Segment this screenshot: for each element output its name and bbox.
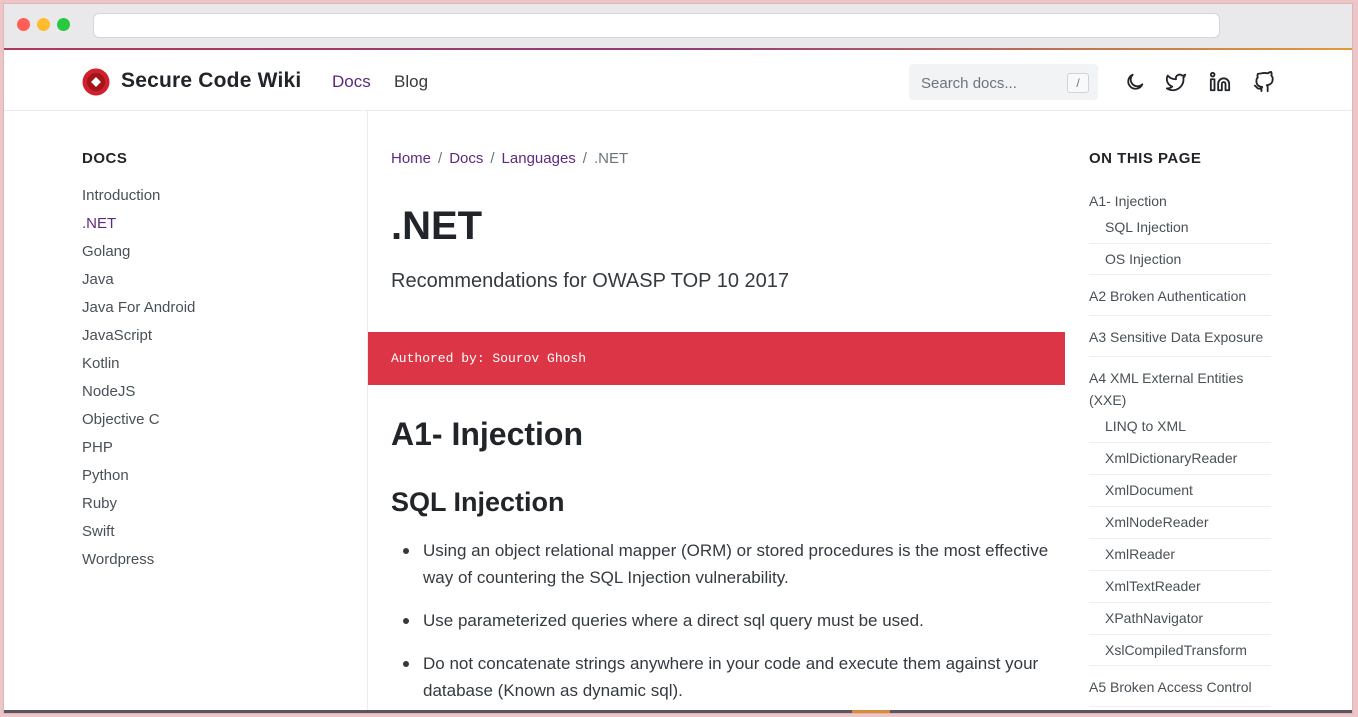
docs-sidebar: DOCS Introduction .NET Golang Java Java … xyxy=(4,110,368,713)
sidebar-item-java-for-android[interactable]: Java For Android xyxy=(82,294,195,322)
list-item: Do not concatenate strings anywhere in y… xyxy=(391,650,1051,704)
linkedin-icon[interactable] xyxy=(1209,71,1231,93)
toc-subitem-xmldictionaryreader[interactable]: XmlDictionaryReader xyxy=(1089,443,1271,475)
sidebar-item-objective-c[interactable]: Objective C xyxy=(82,406,195,434)
sidebar-item-nodejs[interactable]: NodeJS xyxy=(82,378,195,406)
section-heading-a1: A1- Injection xyxy=(391,416,584,452)
sidebar-item-wordpress[interactable]: Wordpress xyxy=(82,546,195,574)
list-item: Using an object relational mapper (ORM) … xyxy=(391,537,1051,591)
sidebar-item-introduction[interactable]: Introduction xyxy=(82,182,195,210)
toc-subitem-xmlnodereader[interactable]: XmlNodeReader xyxy=(1089,507,1271,539)
toc-item-a3[interactable]: A3 Sensitive Data Exposure xyxy=(1089,324,1271,357)
list-item: Use parameterized queries where a direct… xyxy=(391,607,1051,634)
minimize-window-button[interactable] xyxy=(37,18,50,31)
sidebar-item-dotnet[interactable]: .NET xyxy=(82,210,195,238)
sidebar-item-ruby[interactable]: Ruby xyxy=(82,490,195,518)
scroll-indicator xyxy=(852,710,890,713)
author-text: Authored by: Sourov Ghosh xyxy=(391,351,587,366)
moon-icon[interactable] xyxy=(1124,71,1146,93)
toc-subitem-sql-injection[interactable]: SQL Injection xyxy=(1089,212,1271,244)
sidebar-list: Introduction .NET Golang Java Java For A… xyxy=(82,182,195,574)
breadcrumb-languages[interactable]: Languages xyxy=(502,150,576,167)
browser-chrome xyxy=(4,4,1352,49)
main-content: Home / Docs / Languages / .NET .NET Recommenda… xyxy=(368,110,1065,713)
search-shortcut-key: / xyxy=(1067,73,1089,93)
search-input[interactable] xyxy=(919,64,1063,102)
author-banner: Authored by: Sourov Ghosh xyxy=(368,332,1065,385)
sidebar-item-javascript[interactable]: JavaScript xyxy=(82,322,195,350)
nav-docs-link[interactable]: Docs xyxy=(332,72,371,92)
toc-subitem-linq-to-xml[interactable]: LINQ to XML xyxy=(1089,411,1271,443)
search-box: / xyxy=(909,64,1098,102)
breadcrumb-separator: / xyxy=(582,150,587,167)
toc-subitem-xslcompiledtransform[interactable]: XslCompiledTransform xyxy=(1089,635,1271,666)
breadcrumb-separator: / xyxy=(438,150,443,167)
toc-subitem-xpathnavigator[interactable]: XPathNavigator xyxy=(1089,603,1271,635)
sidebar-title: DOCS xyxy=(82,150,128,167)
browser-window: Secure Code Wiki Docs Blog / DOCS Introd… xyxy=(4,4,1352,713)
twitter-icon[interactable] xyxy=(1165,71,1187,93)
breadcrumb-home[interactable]: Home xyxy=(391,150,431,167)
page-title: .NET xyxy=(391,204,483,248)
toc-title: ON THIS PAGE xyxy=(1089,150,1202,167)
breadcrumb: Home / Docs / Languages / .NET xyxy=(391,150,628,167)
table-of-contents: ON THIS PAGE A1- Injection SQL Injection… xyxy=(1089,110,1274,713)
toc-item-a2[interactable]: A2 Broken Authentication xyxy=(1089,283,1271,316)
toc-subitem-xmldocument[interactable]: XmlDocument xyxy=(1089,475,1271,507)
breadcrumb-docs[interactable]: Docs xyxy=(449,150,483,167)
toc-item-a4[interactable]: A4 XML External Entities (XXE) xyxy=(1089,365,1271,411)
toc-item-a1[interactable]: A1- Injection xyxy=(1089,188,1271,212)
sidebar-item-swift[interactable]: Swift xyxy=(82,518,195,546)
toc-list: A1- Injection SQL Injection OS Injection… xyxy=(1089,188,1271,713)
maximize-window-button[interactable] xyxy=(57,18,70,31)
github-icon[interactable] xyxy=(1253,71,1275,93)
brand-name[interactable]: Secure Code Wiki xyxy=(121,69,301,93)
close-window-button[interactable] xyxy=(17,18,30,31)
sidebar-item-kotlin[interactable]: Kotlin xyxy=(82,350,195,378)
toc-subitem-xmlreader[interactable]: XmlReader xyxy=(1089,539,1271,571)
site-navbar: Secure Code Wiki Docs Blog / xyxy=(4,50,1352,111)
breadcrumb-current: .NET xyxy=(593,150,629,167)
toc-subitem-xmltextreader[interactable]: XmlTextReader xyxy=(1089,571,1271,603)
logo-icon[interactable] xyxy=(82,68,110,96)
toc-item-a5[interactable]: A5 Broken Access Control xyxy=(1089,674,1271,707)
sidebar-item-java[interactable]: Java xyxy=(82,266,195,294)
sidebar-item-golang[interactable]: Golang xyxy=(82,238,195,266)
recommendation-list: Using an object relational mapper (ORM) … xyxy=(391,537,1051,713)
address-bar[interactable] xyxy=(93,13,1220,38)
breadcrumb-separator: / xyxy=(490,150,495,167)
nav-blog-link[interactable]: Blog xyxy=(394,72,428,92)
bottom-scroll-strip xyxy=(4,710,1352,713)
subsection-heading-sql-injection: SQL Injection xyxy=(391,487,565,517)
page-lead: Recommendations for OWASP TOP 10 2017 xyxy=(391,270,789,292)
sidebar-item-php[interactable]: PHP xyxy=(82,434,195,462)
toc-subitem-os-injection[interactable]: OS Injection xyxy=(1089,244,1271,275)
sidebar-item-python[interactable]: Python xyxy=(82,462,195,490)
